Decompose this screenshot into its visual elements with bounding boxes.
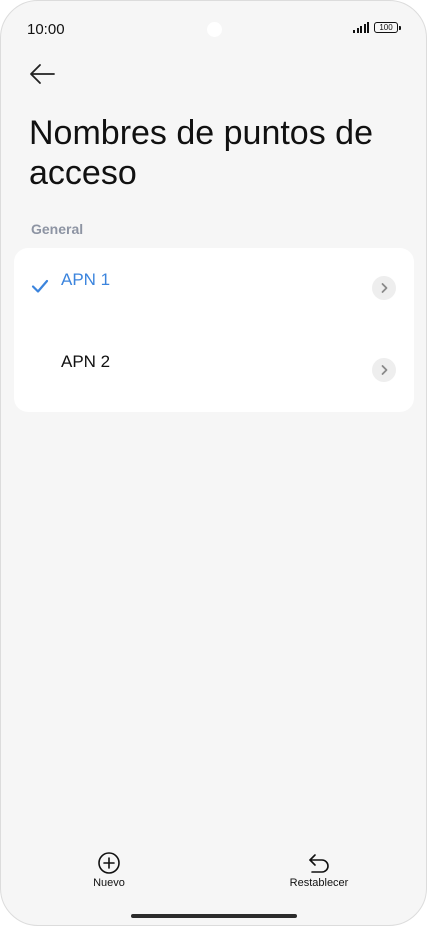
- undo-icon: [309, 854, 329, 873]
- signal-icon: [353, 21, 369, 33]
- camera-cutout: [207, 22, 222, 37]
- section-label: General: [31, 221, 84, 237]
- new-apn-button[interactable]: Nuevo: [79, 851, 139, 889]
- reset-button[interactable]: Restablecer: [274, 851, 364, 889]
- home-indicator[interactable]: [131, 914, 297, 918]
- checkmark-icon: [31, 279, 49, 293]
- reset-label: Restablecer: [289, 877, 349, 889]
- phone-screen: 10:00 100 Nombres de puntos de acceso Ge…: [0, 0, 427, 926]
- apn-item-1[interactable]: APN 1: [14, 248, 414, 330]
- apn-item-label: APN 2: [61, 352, 111, 371]
- page-title: Nombres de puntos de acceso: [29, 114, 373, 192]
- apn-list: APN 1 APN 2: [14, 248, 414, 412]
- new-apn-label: Nuevo: [93, 877, 125, 889]
- status-icons: 100: [353, 21, 401, 33]
- battery-icon: 100: [374, 22, 401, 33]
- back-button[interactable]: [27, 61, 59, 89]
- status-bar: 10:00 100: [1, 1, 426, 57]
- apn-item-2[interactable]: APN 2: [14, 330, 414, 412]
- chevron-right-icon: [372, 276, 396, 300]
- battery-level: 100: [379, 23, 393, 32]
- apn-item-label: APN 1: [61, 270, 111, 289]
- plus-circle-icon: [98, 852, 120, 874]
- chevron-right-icon: [372, 358, 396, 382]
- arrow-left-icon: [30, 64, 55, 84]
- status-time: 10:00: [27, 21, 65, 38]
